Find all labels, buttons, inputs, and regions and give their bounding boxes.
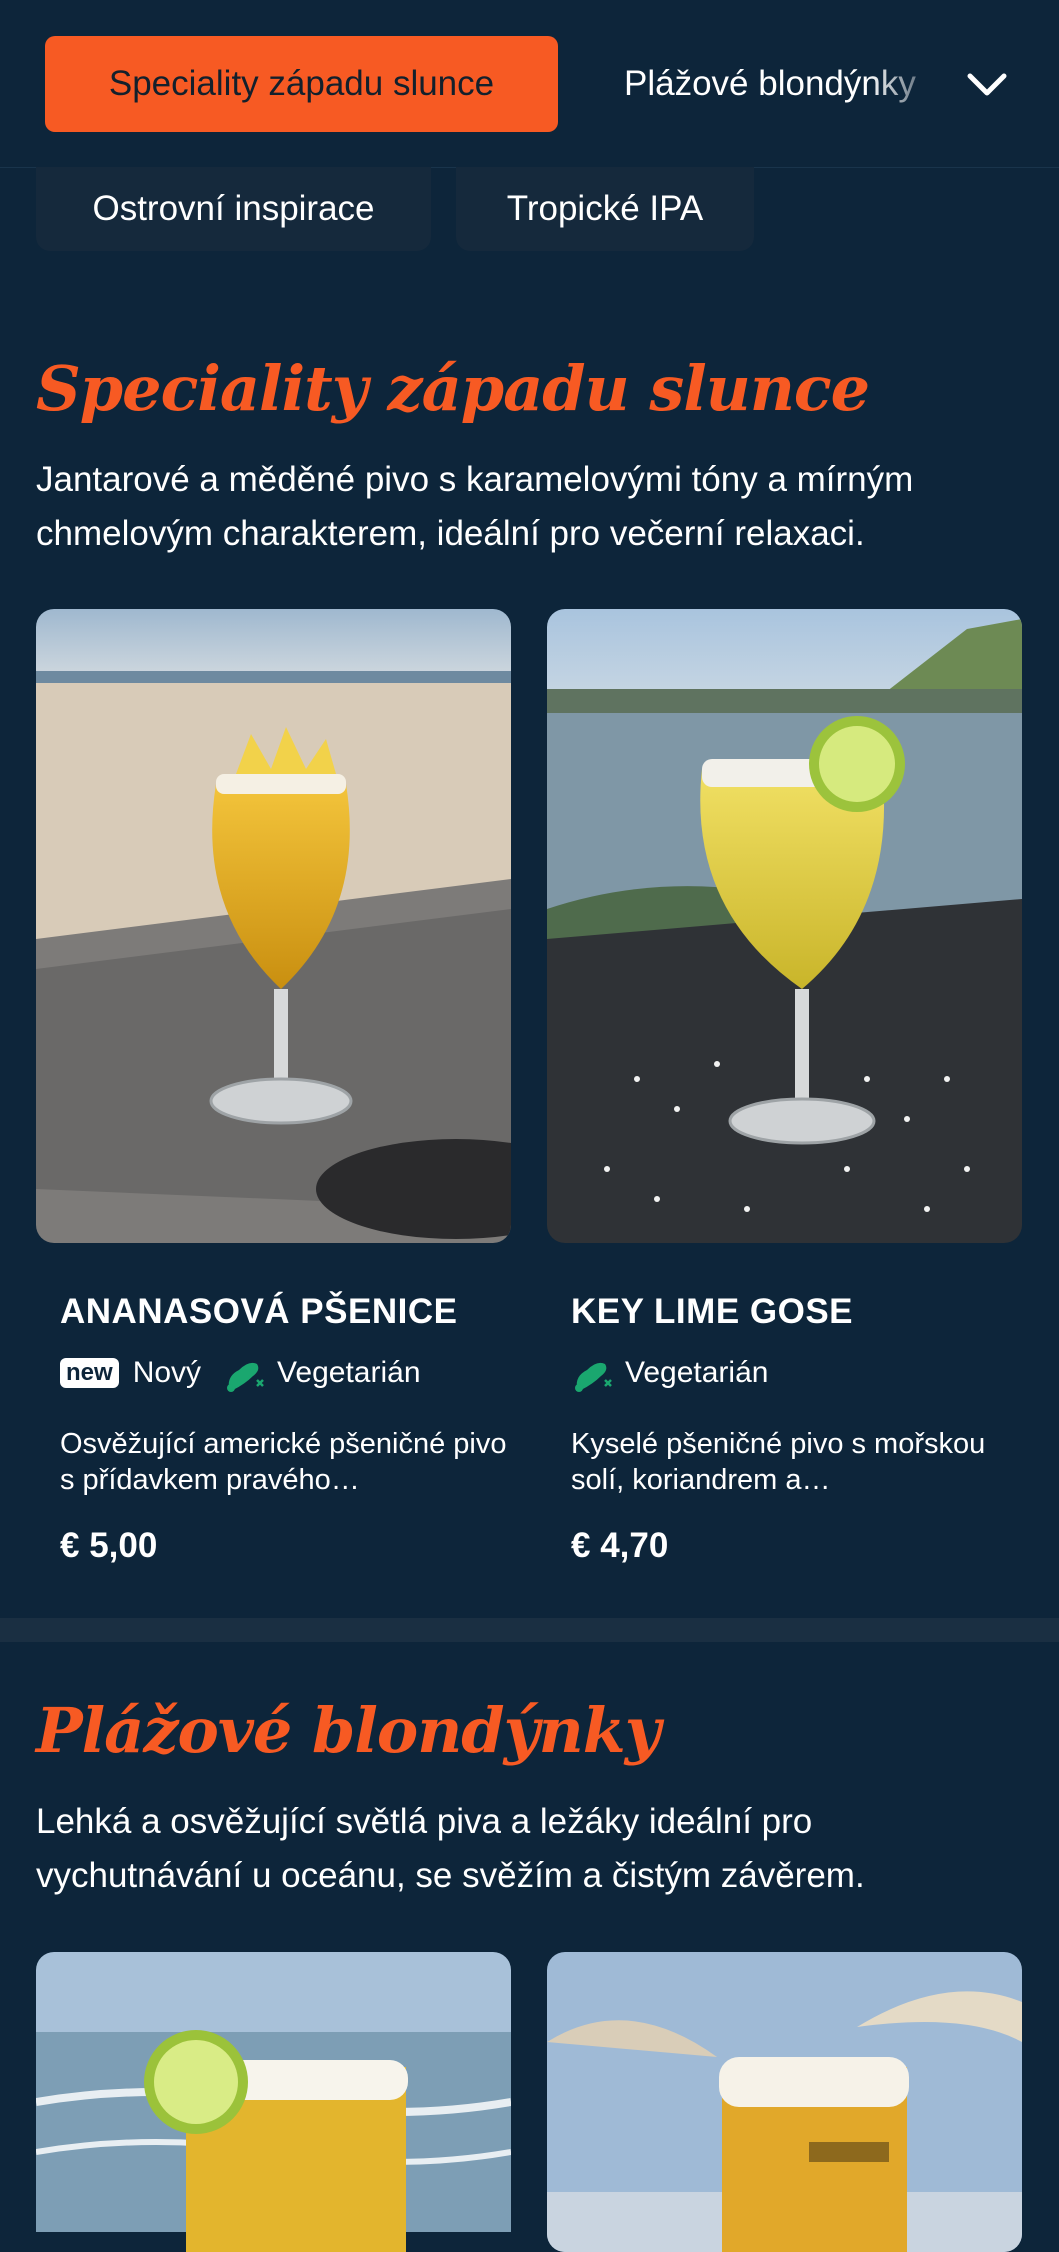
product-price: € 4,70	[571, 1526, 669, 1565]
section-title: Plážové blondýnky	[36, 1694, 661, 1767]
section-title: Speciality západu slunce	[36, 352, 870, 425]
section-description: Jantarové a měděné pivo s karamelovými t…	[36, 460, 914, 553]
vegetarian-label: Vegetarián	[277, 1356, 421, 1389]
category-pill-tropicke-ipa[interactable]: Tropické IPA	[456, 167, 754, 251]
vegetarian-leg-icon	[575, 1362, 612, 1392]
product-name[interactable]: KEY LIME GOSE	[571, 1292, 853, 1332]
vegetarian-leg-icon	[227, 1362, 264, 1392]
section-description: Lehká a osvěžující světlá piva a ležáky …	[36, 1802, 865, 1895]
product-image-pineapple-wheat[interactable]	[36, 609, 511, 1243]
category-nav-bar: Speciality západu slunce Plážové blondýn…	[0, 0, 1059, 168]
product-image-beach-beer[interactable]	[547, 1952, 1022, 2252]
product-description: Osvěžující americké pšeničné pivo s příd…	[60, 1428, 507, 1496]
product-tags: Vegetarián	[571, 1354, 768, 1392]
new-label: Nový	[132, 1356, 202, 1389]
product-image-key-lime-gose[interactable]	[547, 609, 1022, 1243]
category-tab-next[interactable]: Plážové blondýnky	[624, 50, 949, 118]
product-name[interactable]: ANANASOVÁ PŠENICE	[60, 1292, 457, 1332]
product-image-lager-lime[interactable]	[36, 1952, 511, 2252]
vegetarian-label: Vegetarián	[625, 1356, 769, 1389]
category-pill-ostrovni[interactable]: Ostrovní inspirace	[36, 167, 431, 251]
chevron-down-icon[interactable]	[962, 60, 1012, 110]
category-tab-active[interactable]: Speciality západu slunce	[45, 36, 558, 132]
product-price: € 5,00	[60, 1526, 158, 1565]
product-description: Kyselé pšeničné pivo s mořskou solí, kor…	[571, 1428, 986, 1496]
new-badge: new	[60, 1358, 119, 1388]
section-divider	[0, 1618, 1059, 1642]
product-tags: new Nový Vegetarián	[60, 1354, 421, 1392]
